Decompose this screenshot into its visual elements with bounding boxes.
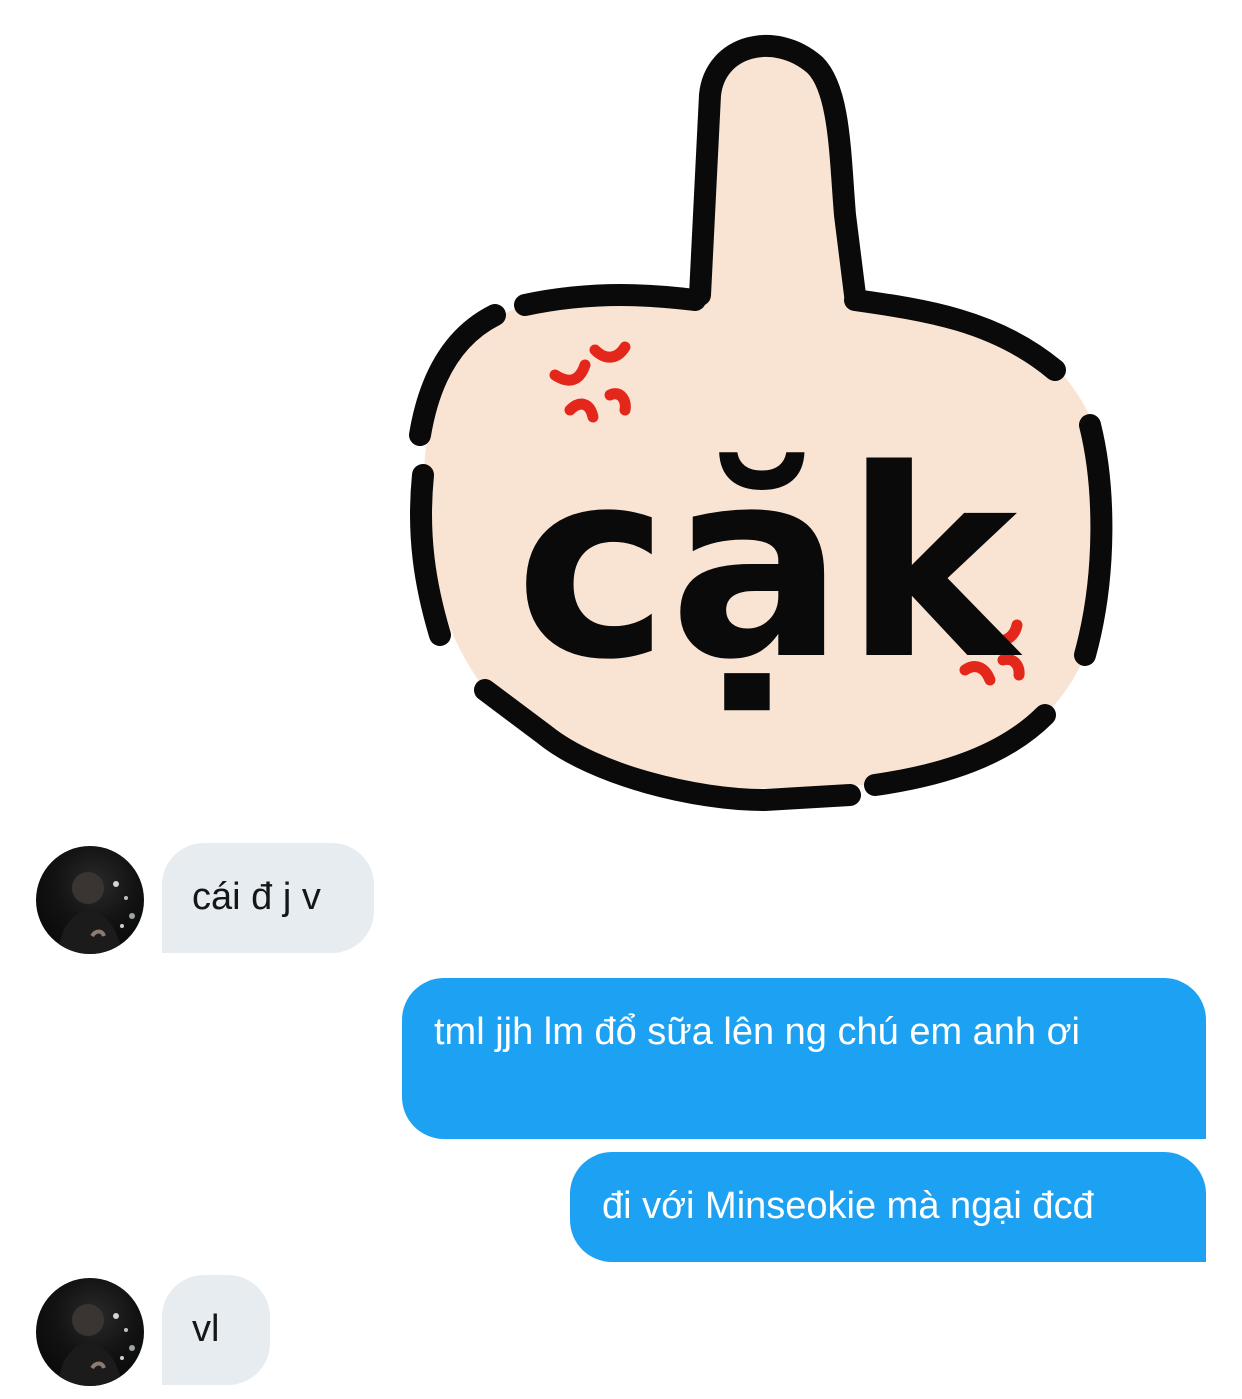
message-text: vl [192,1308,220,1350]
sticker-image: cặk [395,15,1125,815]
message-text: cái đ j v [192,876,321,918]
avatar[interactable] [36,1278,144,1386]
avatar-photo-icon [58,872,135,954]
message-bubble-incoming[interactable]: cái đ j v [162,843,374,953]
avatar[interactable] [36,846,144,954]
sticker-text: cặk [515,415,1023,717]
message-text: tml jjh lm đổ sữa lên ng chú em anh ơi [434,1011,1080,1053]
message-bubble-outgoing[interactable]: tml jjh lm đổ sữa lên ng chú em anh ơi [402,978,1206,1139]
message-text: đi với Minseokie mà ngại đcđ [602,1185,1094,1227]
message-bubble-incoming[interactable]: vl [162,1275,270,1385]
avatar-photo-icon [58,1304,135,1386]
middle-finger-sticker-icon: cặk [409,34,1113,812]
message-bubble-outgoing[interactable]: đi với Minseokie mà ngại đcđ [570,1152,1206,1262]
